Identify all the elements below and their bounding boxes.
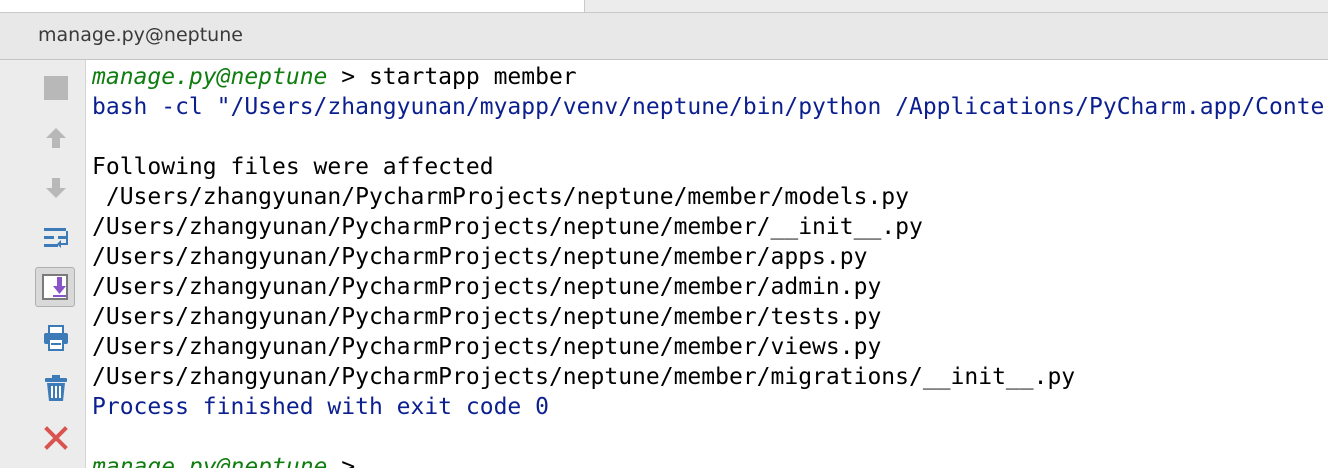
clear-all-button[interactable] <box>36 370 76 406</box>
console-prompt-suffix: > <box>327 454 356 468</box>
scroll-to-end-button[interactable] <box>35 267 75 307</box>
console-line-output: /Users/zhangyunan/PycharmProjects/neptun… <box>92 244 868 270</box>
console-toolbar <box>0 60 86 468</box>
close-icon <box>44 426 68 450</box>
console-line-output: /Users/zhangyunan/PycharmProjects/neptun… <box>92 214 923 240</box>
console-prompt: manage.py@neptune <box>92 64 328 90</box>
print-icon <box>44 325 68 351</box>
soft-wrap-button[interactable] <box>36 220 76 256</box>
console-output[interactable]: manage.py@neptune > startapp member bash… <box>86 60 1328 468</box>
stop-button[interactable] <box>36 70 76 106</box>
editor-pane-divider <box>0 0 585 12</box>
console-title: manage.py@neptune <box>38 24 243 46</box>
console-prompt: manage.py@neptune <box>92 454 328 468</box>
scroll-up-button[interactable] <box>36 120 76 156</box>
console-line-output: /Users/zhangyunan/PycharmProjects/neptun… <box>92 334 882 360</box>
close-button[interactable] <box>36 420 76 456</box>
console-title-bar: manage.py@neptune <box>0 13 1328 60</box>
console-line-command: manage.py@neptune > startapp member <box>92 62 577 92</box>
console-line-output: Following files were affected <box>92 154 494 180</box>
console-line-output: /Users/zhangyunan/PycharmProjects/neptun… <box>92 364 1076 390</box>
console-line-bash: bash -cl "/Users/zhangyunan/myapp/venv/n… <box>92 94 1325 120</box>
console-line-output: /Users/zhangyunan/PycharmProjects/neptun… <box>92 304 882 330</box>
console-line-output: /Users/zhangyunan/PycharmProjects/neptun… <box>92 184 909 210</box>
trash-icon <box>45 375 67 401</box>
arrow-down-icon <box>46 178 66 198</box>
scroll-to-end-icon <box>42 274 68 300</box>
console-line-exit-status: Process finished with exit code 0 <box>92 394 549 420</box>
soft-wrap-icon <box>44 228 68 248</box>
arrow-up-icon <box>46 128 66 148</box>
scroll-down-button[interactable] <box>36 170 76 206</box>
editor-tab-strip <box>0 0 1328 13</box>
console-line-output: /Users/zhangyunan/PycharmProjects/neptun… <box>92 274 882 300</box>
console-command-text: > startapp member <box>327 64 577 90</box>
print-button[interactable] <box>36 320 76 356</box>
console-line-prompt[interactable]: manage.py@neptune > <box>92 452 355 468</box>
stop-icon <box>44 76 68 100</box>
